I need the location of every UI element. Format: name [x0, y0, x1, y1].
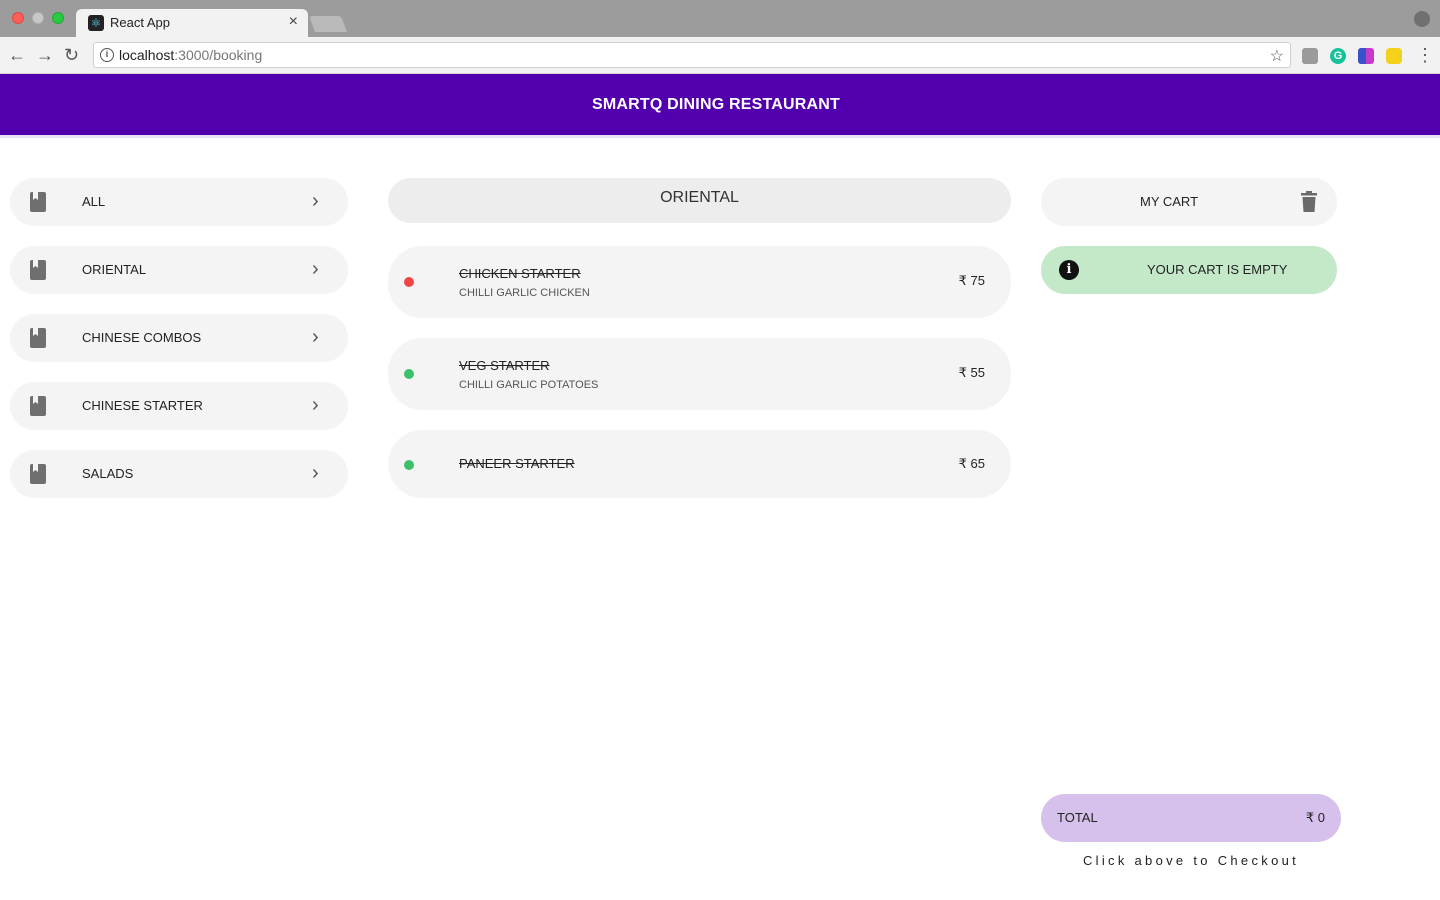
total-label: TOTAL [1057, 810, 1098, 825]
category-chinese-combos[interactable]: CHINESE COMBOS › [10, 314, 348, 362]
info-icon: i [1059, 260, 1079, 280]
non-veg-indicator-icon [404, 277, 414, 287]
veg-indicator-icon [404, 369, 414, 379]
category-label: SALADS [82, 466, 134, 481]
item-name: VEG STARTER [459, 358, 550, 373]
extension-icon[interactable] [1358, 48, 1374, 64]
total-value: ₹ 0 [1305, 810, 1325, 825]
category-label: CHINESE STARTER [82, 398, 203, 413]
trash-icon[interactable] [1300, 191, 1318, 213]
chevron-right-icon: › [312, 394, 319, 416]
item-price: ₹ 65 [958, 456, 985, 471]
book-icon [30, 192, 46, 212]
app-header: SMARTQ DINING RESTAURANT [0, 74, 1440, 138]
profile-icon[interactable] [1414, 11, 1430, 27]
chevron-right-icon: › [312, 190, 319, 212]
grammarly-extension-icon[interactable]: G [1330, 48, 1346, 64]
menu-item[interactable]: CHICKEN STARTER CHILLI GARLIC CHICKEN ₹ … [388, 246, 1011, 318]
category-salads[interactable]: SALADS › [10, 450, 348, 498]
cart-empty-text: YOUR CART IS EMPTY [1147, 262, 1288, 277]
window-maximize-button[interactable] [52, 12, 64, 24]
tab-close-icon[interactable]: × [289, 13, 298, 31]
cart-title: MY CART [1140, 194, 1199, 209]
shield-extension-icon[interactable] [1386, 48, 1402, 64]
url-host: localhost [119, 47, 175, 63]
section-title: ORIENTAL [660, 189, 739, 206]
react-favicon-icon: ⚛ [88, 15, 104, 31]
item-name: CHICKEN STARTER [459, 266, 581, 281]
chevron-right-icon: › [312, 258, 319, 280]
tab-title: React App [110, 15, 170, 30]
reload-icon[interactable]: ↻ [64, 45, 79, 65]
category-oriental[interactable]: ORIENTAL › [10, 246, 348, 294]
item-name: PANEER STARTER [459, 456, 575, 471]
book-icon [30, 260, 46, 280]
browser-tab[interactable]: ⚛ React App × [76, 9, 308, 37]
book-icon [30, 328, 46, 348]
menu-item[interactable]: VEG STARTER CHILLI GARLIC POTATOES ₹ 55 [388, 338, 1011, 410]
checkout-hint: Click above to Checkout [1082, 853, 1300, 868]
window-minimize-button[interactable] [32, 12, 44, 24]
category-label: ALL [82, 194, 106, 209]
category-label: CHINESE COMBOS [82, 330, 202, 345]
category-chinese-starter[interactable]: CHINESE STARTER › [10, 382, 348, 430]
info-icon[interactable]: i [100, 48, 114, 62]
new-tab-button[interactable] [309, 16, 347, 32]
app-title: SMARTQ DINING RESTAURANT [591, 96, 841, 113]
category-label: ORIENTAL [82, 262, 147, 277]
browser-toolbar: ← → ↻ i localhost:3000/booking ☆ G ⋮ [0, 37, 1440, 74]
browser-tab-bar: ⚛ React App × [0, 0, 1440, 37]
book-icon [30, 464, 46, 484]
extension-icon[interactable] [1302, 48, 1318, 64]
url-text[interactable]: localhost:3000/booking [119, 47, 262, 63]
veg-indicator-icon [404, 460, 414, 470]
cart-empty-notice: i YOUR CART IS EMPTY [1041, 246, 1337, 294]
window-close-button[interactable] [12, 12, 24, 24]
back-arrow-icon[interactable]: ← [8, 45, 26, 65]
url-path: :3000/booking [174, 47, 263, 63]
item-description: CHILLI GARLIC POTATOES [459, 379, 599, 391]
chevron-right-icon: › [312, 326, 319, 348]
forward-arrow-icon[interactable]: → [36, 45, 54, 65]
more-vert-icon[interactable]: ⋮ [1416, 45, 1434, 65]
category-all[interactable]: ALL › [10, 178, 348, 226]
checkout-total-button[interactable]: TOTAL ₹ 0 [1041, 794, 1341, 842]
item-description: CHILLI GARLIC CHICKEN [459, 287, 590, 299]
section-header: ORIENTAL [388, 178, 1011, 223]
cart-header: MY CART [1041, 178, 1337, 226]
chevron-right-icon: › [312, 462, 319, 484]
menu-item[interactable]: PANEER STARTER ₹ 65 [388, 430, 1011, 498]
book-icon [30, 396, 46, 416]
item-price: ₹ 75 [958, 273, 985, 288]
item-price: ₹ 55 [958, 365, 985, 380]
star-icon[interactable]: ☆ [1270, 46, 1284, 66]
address-bar[interactable]: i localhost:3000/booking ☆ [93, 42, 1291, 68]
